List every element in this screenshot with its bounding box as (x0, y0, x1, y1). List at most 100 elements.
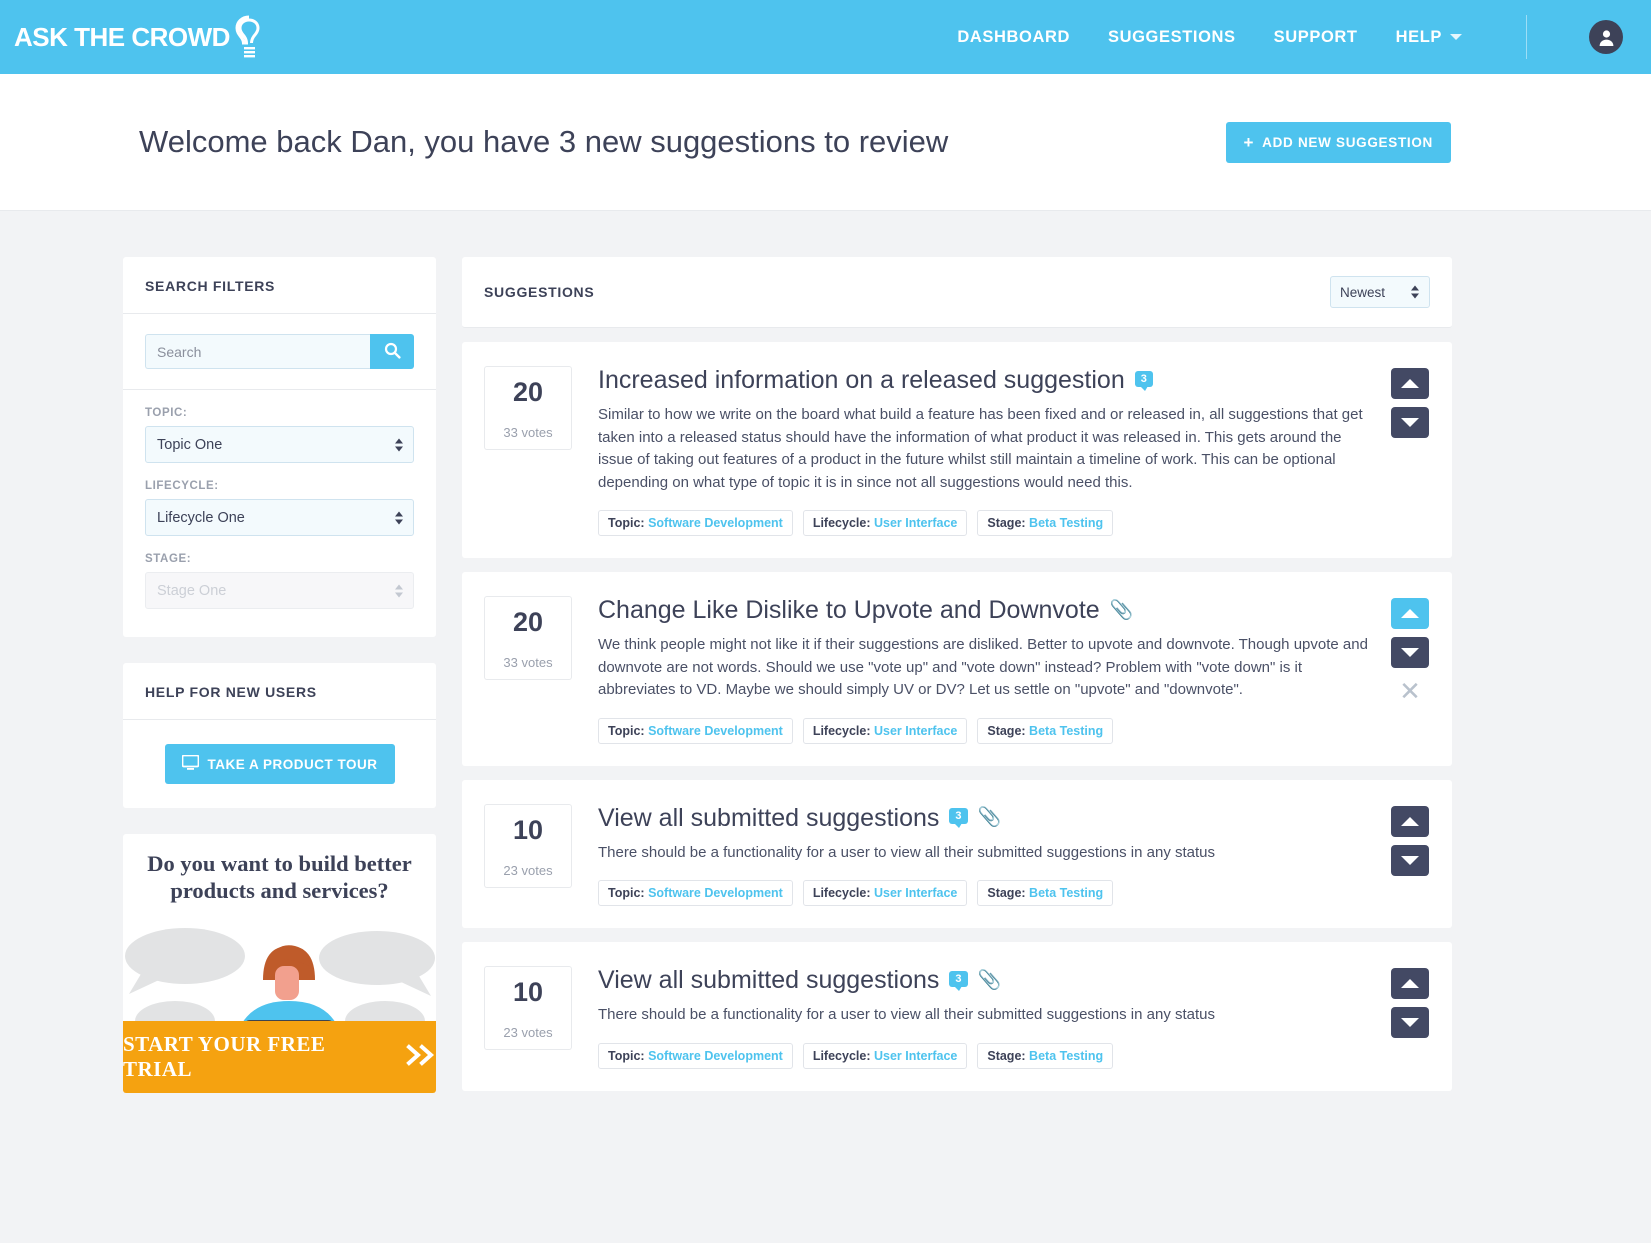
lifecycle-field: LIFECYCLE: Lifecycle One (145, 463, 414, 536)
start-free-trial-button[interactable]: START YOUR FREE TRIAL (123, 1021, 436, 1094)
vote-score: 20 (484, 366, 572, 417)
suggestion-tag[interactable]: Lifecycle: User Interface (802, 717, 968, 744)
stage-field: STAGE: Stage One (145, 536, 414, 609)
suggestion-tag[interactable]: Stage: Beta Testing (977, 1042, 1114, 1069)
brand-logo[interactable]: ASK THE CROWD (14, 14, 266, 60)
nav-help[interactable]: HELP (1396, 28, 1462, 47)
tag-key: Lifecycle: (812, 1048, 871, 1063)
vote-buttons (1390, 804, 1430, 876)
downvote-button[interactable] (1391, 1007, 1429, 1038)
suggestion-description: There should be a functionality for a us… (598, 1006, 1215, 1023)
suggestion-tag[interactable]: Stage: Beta Testing (977, 510, 1114, 536)
tag-value: User Interface (873, 516, 958, 530)
suggestion-tag[interactable]: Topic: Software Development (598, 1042, 793, 1069)
upvote-button[interactable] (1391, 368, 1429, 399)
downvote-button[interactable] (1391, 407, 1429, 438)
suggestion-content: Increased information on a released sugg… (598, 366, 1390, 536)
nav-dashboard[interactable]: DASHBOARD (957, 28, 1070, 47)
tag-value: Software Development (648, 723, 783, 738)
topic-select[interactable]: Topic One (145, 426, 414, 463)
stage-select-wrap: Stage One (145, 572, 414, 609)
sort-select[interactable]: Newest (1330, 276, 1430, 308)
tag-value: Beta Testing (1029, 1048, 1104, 1063)
suggestion-title[interactable]: View all submitted suggestions (598, 804, 939, 833)
suggestion-tag[interactable]: Stage: Beta Testing (977, 880, 1114, 906)
tag-key: Stage: (987, 1048, 1026, 1063)
vote-score: 10 (484, 966, 572, 1017)
suggestion-title[interactable]: Change Like Dislike to Upvote and Downvo… (598, 596, 1100, 625)
ad-headline: Do you want to build better products and… (123, 834, 436, 904)
suggestion-tags: Topic: Software Development Lifecycle: U… (598, 717, 1370, 744)
start-free-trial-label: START YOUR FREE TRIAL (123, 1032, 326, 1082)
suggestion-tag[interactable]: Topic: Software Development (598, 510, 793, 536)
help-body: TAKE A PRODUCT TOUR (123, 720, 436, 808)
suggestion-title[interactable]: Increased information on a released sugg… (598, 366, 1125, 395)
tag-value: Software Development (648, 886, 783, 900)
help-title: HELP FOR NEW USERS (123, 663, 436, 720)
promo-ad-card[interactable]: Do you want to build better products and… (123, 834, 436, 1094)
vote-total-label: 33 votes (484, 647, 572, 680)
attachment-icon[interactable]: 📎 (1110, 598, 1134, 622)
suggestion-tag[interactable]: Topic: Software Development (598, 880, 793, 906)
suggestion-card[interactable]: 20 33 votes Increased information on a r… (462, 342, 1452, 558)
suggestion-tag[interactable]: Lifecycle: User Interface (802, 510, 968, 536)
tag-key: Topic: (608, 1048, 645, 1063)
downvote-button[interactable] (1391, 844, 1429, 876)
suggestion-card[interactable]: 20 33 votes Change Like Dislike to Upvot… (462, 572, 1452, 766)
suggestion-title-row: Change Like Dislike to Upvote and Downvo… (598, 596, 1370, 625)
comment-count-badge[interactable]: 3 (949, 970, 968, 991)
page-body: SEARCH FILTERS TOPIC: (0, 211, 1651, 1094)
sort-select-wrap: Newest (1330, 276, 1430, 308)
suggestions-title: SUGGESTIONS (484, 284, 595, 300)
search-button[interactable] (370, 334, 414, 369)
add-new-suggestion-button[interactable]: + ADD NEW SUGGESTION (1225, 121, 1451, 163)
nav-help-label: HELP (1395, 27, 1442, 46)
upvote-button[interactable] (1391, 598, 1429, 629)
vote-buttons (1390, 366, 1430, 438)
search-input[interactable] (145, 334, 370, 369)
attachment-icon[interactable]: 📎 (978, 968, 1002, 992)
nav-support[interactable]: SUPPORT (1274, 28, 1358, 47)
suggestion-card[interactable]: 10 23 votes View all submitted suggestio… (462, 942, 1452, 1091)
user-avatar-icon[interactable] (1589, 20, 1623, 54)
search-row (145, 334, 414, 369)
monitor-icon (181, 754, 199, 773)
nav-dashboard-label: DASHBOARD (957, 27, 1070, 46)
suggestion-tag[interactable]: Stage: Beta Testing (977, 717, 1114, 744)
remove-vote-icon[interactable]: ✕ (1399, 678, 1421, 704)
tag-value: User Interface (873, 886, 958, 900)
suggestion-card[interactable]: 10 23 votes View all submitted suggestio… (462, 779, 1452, 928)
lifecycle-select[interactable]: Lifecycle One (145, 499, 414, 536)
plus-icon: + (1243, 132, 1255, 152)
chevron-down-icon (1450, 34, 1462, 40)
welcome-bar: Welcome back Dan, you have 3 new suggest… (0, 74, 1651, 211)
suggestions-panel: SUGGESTIONS Newest 20 33 votes Increased… (462, 257, 1452, 1093)
upvote-button[interactable] (1391, 805, 1429, 837)
vote-buttons (1390, 966, 1430, 1038)
ad-headline-line1: Do you want to build better (147, 851, 412, 876)
tag-key: Stage: (987, 886, 1026, 900)
tag-key: Stage: (987, 723, 1026, 738)
attachment-icon[interactable]: 📎 (978, 805, 1002, 829)
help-for-new-users-card: HELP FOR NEW USERS TAKE A PRODUCT TOUR (123, 663, 436, 808)
lifecycle-select-wrap: Lifecycle One (145, 499, 414, 536)
tag-value: User Interface (873, 1048, 958, 1063)
topic-select-wrap: Topic One (145, 426, 414, 463)
suggestion-description: There should be a functionality for a us… (598, 843, 1215, 861)
tag-value: Beta Testing (1029, 516, 1104, 530)
tag-key: Topic: (608, 886, 645, 900)
upvote-button[interactable] (1391, 968, 1429, 999)
downvote-button[interactable] (1391, 637, 1429, 668)
comment-count-badge[interactable]: 3 (1134, 370, 1153, 391)
suggestion-tag[interactable]: Lifecycle: User Interface (802, 880, 968, 906)
nav-suggestions[interactable]: SUGGESTIONS (1108, 28, 1236, 47)
suggestion-title-row: View all submitted suggestions 3 📎 (598, 804, 1370, 833)
tag-key: Topic: (608, 516, 645, 530)
suggestion-tag[interactable]: Lifecycle: User Interface (802, 1042, 968, 1069)
comment-count-badge[interactable]: 3 (949, 808, 968, 828)
vote-total-label: 23 votes (484, 854, 572, 888)
suggestion-tag[interactable]: Topic: Software Development (598, 717, 793, 744)
suggestion-title[interactable]: View all submitted suggestions (598, 966, 939, 995)
suggestion-content: Change Like Dislike to Upvote and Downvo… (598, 596, 1390, 744)
take-product-tour-button[interactable]: TAKE A PRODUCT TOUR (164, 744, 395, 784)
